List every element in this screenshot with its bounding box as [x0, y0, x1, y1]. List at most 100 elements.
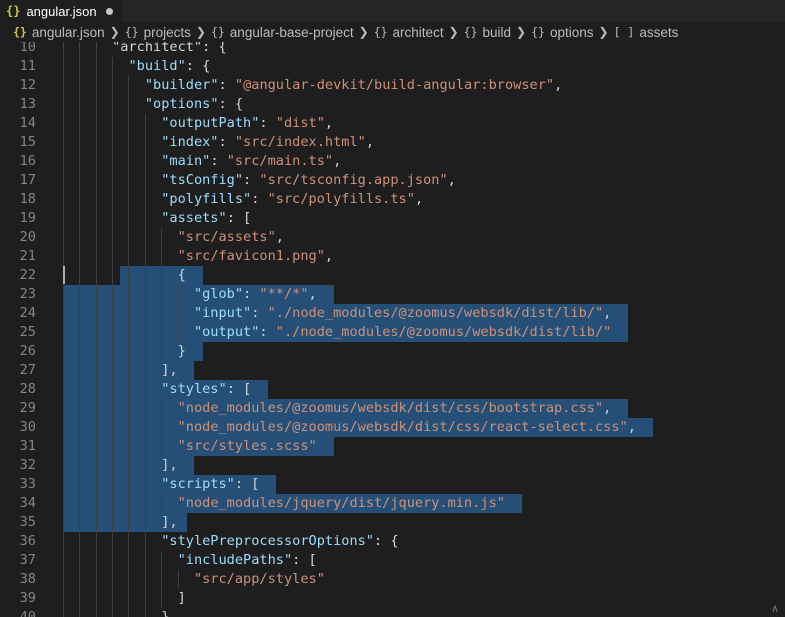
code-line[interactable]: 27 ], — [0, 361, 785, 380]
code-line[interactable]: 40 }, — [0, 608, 785, 617]
code-line[interactable]: 17 "tsConfig": "src/tsconfig.app.json", — [0, 171, 785, 190]
indent-guide — [95, 266, 97, 285]
indent-guide — [95, 323, 97, 342]
breadcrumb-label: projects — [143, 24, 191, 40]
breadcrumb-item-assets[interactable]: [ ] assets — [614, 25, 679, 40]
code-line[interactable]: 34 "node_modules/jquery/dist/jquery.min.… — [0, 494, 785, 513]
code-line[interactable]: 32 ], — [0, 456, 785, 475]
code-line[interactable]: 10 "architect": { — [0, 42, 785, 57]
indent-guide — [79, 342, 81, 361]
line-number: 39 — [19, 590, 36, 606]
code-line[interactable]: 13 "options": { — [0, 95, 785, 114]
line-number: 12 — [19, 77, 36, 93]
code-line[interactable]: 36 "stylePreprocessorOptions": { — [0, 532, 785, 551]
indent-guide — [63, 437, 64, 456]
json-key: "options" — [144, 96, 219, 112]
code-line[interactable]: 25 "output": "./node_modules/@zoomus/web… — [0, 323, 785, 342]
code-line[interactable]: 19 "assets": [ — [0, 209, 785, 228]
json-key: "stylePreprocessorOptions" — [161, 533, 374, 549]
indent-guide — [95, 342, 97, 361]
code-line[interactable]: 39 ] — [0, 589, 785, 608]
json-punctuation: : { — [218, 96, 244, 112]
breadcrumb-item-file[interactable]: {} angular.json — [13, 25, 105, 40]
code-line[interactable]: 31 "src/styles.scss" — [0, 437, 785, 456]
indent-guide — [79, 456, 81, 475]
json-string: "node_modules/jquery/dist/jquery.min.js" — [177, 495, 505, 511]
code-line[interactable]: 14 "outputPath": "dist", — [0, 114, 785, 133]
code-line[interactable]: 15 "index": "src/index.html", — [0, 133, 785, 152]
code-line[interactable]: 33 "scripts": [ — [0, 475, 785, 494]
code-line[interactable]: 22 { — [0, 266, 785, 285]
json-file-icon: {} — [6, 4, 21, 18]
breadcrumb-item-projects[interactable]: {} projects — [125, 25, 191, 40]
json-punctuation — [112, 476, 161, 492]
code-line[interactable]: 38 "src/app/styles" — [0, 570, 785, 589]
breadcrumb-item-architect[interactable]: {} architect — [374, 25, 444, 40]
indent-guide — [95, 399, 97, 418]
breadcrumb-item-build[interactable]: {} build — [464, 25, 511, 40]
code-line[interactable]: 11 "build": { — [0, 57, 785, 76]
code-line[interactable]: 16 "main": "src/main.ts", — [0, 152, 785, 171]
code-line[interactable]: 23 "glob": "**/*", — [0, 285, 785, 304]
code-line[interactable]: 24 "input": "./node_modules/@zoomus/webs… — [0, 304, 785, 323]
code-line[interactable]: 18 "polyfills": "src/polyfills.ts", — [0, 190, 785, 209]
indent-guide — [79, 209, 81, 228]
json-punctuation: : [ — [226, 210, 252, 226]
indent-guide — [63, 190, 64, 209]
code-line[interactable]: 20 "src/assets", — [0, 228, 785, 247]
json-punctuation: : — [243, 286, 260, 302]
indent-guide — [79, 437, 81, 456]
code-line[interactable]: 21 "src/favicon1.png", — [0, 247, 785, 266]
line-number: 28 — [19, 381, 36, 397]
indent-guide — [63, 95, 64, 114]
code-line[interactable]: 12 "builder": "@angular-devkit/build-ang… — [0, 76, 785, 95]
line-number: 38 — [19, 571, 36, 587]
json-string: "src/main.ts" — [226, 153, 334, 169]
line-number: 29 — [19, 400, 36, 416]
code-line[interactable]: 26 } — [0, 342, 785, 361]
json-punctuation: ], — [112, 457, 178, 473]
indent-guide — [63, 133, 64, 152]
json-punctuation — [112, 571, 194, 587]
breadcrumb-label: architect — [392, 24, 444, 40]
json-punctuation — [112, 400, 177, 416]
indent-guide — [63, 513, 64, 532]
code-line[interactable]: 35 ], — [0, 513, 785, 532]
json-punctuation: , — [333, 153, 342, 169]
json-punctuation: , — [603, 305, 612, 321]
line-number: 33 — [19, 476, 36, 492]
indent-guide — [63, 608, 64, 617]
indent-guide — [95, 380, 97, 399]
indent-guide — [79, 608, 81, 617]
indent-guide — [95, 228, 97, 247]
tab-angular-json[interactable]: {} angular.json — [0, 0, 122, 22]
indent-guide — [63, 342, 64, 361]
code-editor[interactable]: 10 "architect": {11 "build": {12 "builder… — [0, 42, 785, 617]
indent-guide — [63, 209, 64, 228]
unsaved-dot-icon[interactable] — [105, 7, 113, 15]
json-punctuation — [112, 172, 161, 188]
json-punctuation — [112, 286, 194, 302]
json-key: "tsConfig" — [161, 172, 244, 188]
code-line[interactable]: 30 "node_modules/@zoomus/websdk/dist/css… — [0, 418, 785, 437]
indent-guide — [79, 114, 81, 133]
indent-guide — [79, 228, 81, 247]
indent-guide — [79, 190, 81, 209]
code-line[interactable]: 37 "includePaths": [ — [0, 551, 785, 570]
breadcrumb-item-angular-base-project[interactable]: {} angular-base-project — [211, 25, 354, 40]
breadcrumb-item-options[interactable]: {} options — [531, 25, 593, 40]
indent-guide — [79, 171, 81, 190]
indent-guide — [95, 247, 97, 266]
line-number: 18 — [19, 191, 36, 207]
json-key: "index" — [161, 134, 219, 150]
indent-guide — [63, 42, 64, 57]
json-key: "includePaths" — [177, 552, 293, 568]
json-punctuation: : [ — [292, 552, 317, 568]
json-punctuation — [112, 248, 177, 264]
json-punctuation: ] — [112, 590, 186, 606]
code-line[interactable]: 28 "styles": [ — [0, 380, 785, 399]
code-line[interactable]: 29 "node_modules/@zoomus/websdk/dist/css… — [0, 399, 785, 418]
indent-guide — [95, 570, 97, 589]
indent-guide — [95, 95, 97, 114]
json-punctuation: , — [308, 286, 317, 302]
